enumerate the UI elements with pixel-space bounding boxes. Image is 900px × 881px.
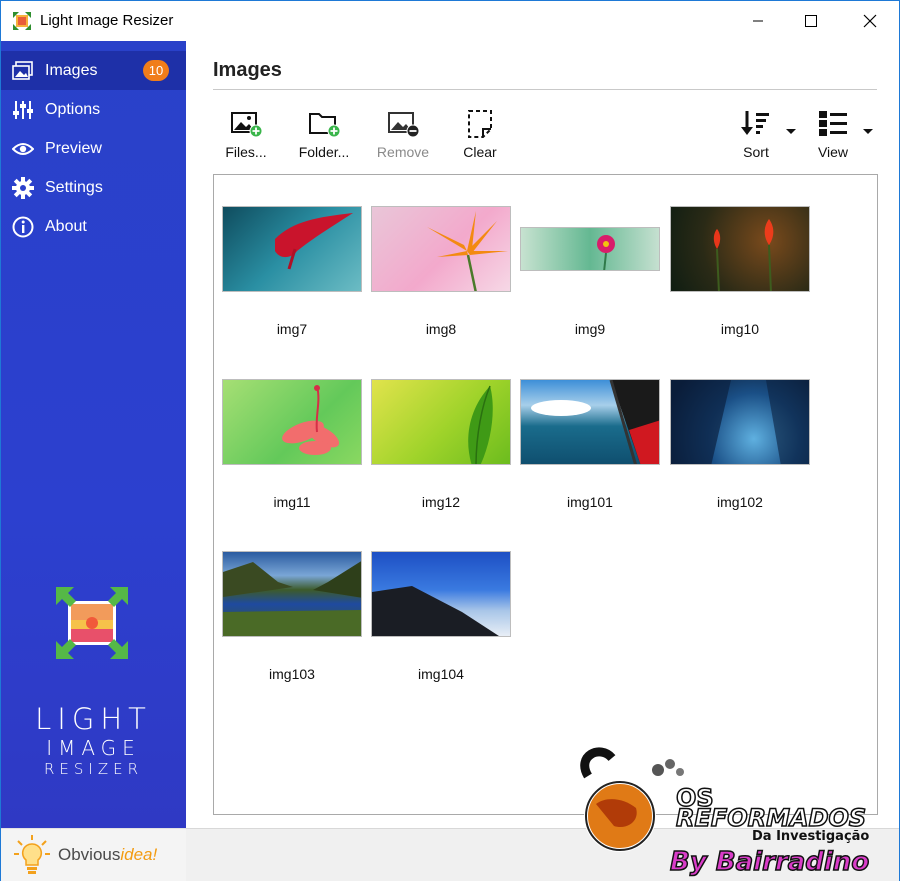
brand-text-resizer: RESIZER [43,760,144,778]
sidebar-item-images[interactable]: Images 10 [1,51,186,90]
window-title: Light Image Resizer [40,12,174,29]
view-list-icon [819,111,847,136]
vendor-footer[interactable]: Obviousidea! [1,828,186,881]
image-name: img11 [273,494,311,510]
vendor-logo-text: Obviousidea! [58,845,158,864]
lightbulb-icon [14,835,50,874]
folder-label: Folder... [298,144,350,160]
image-thumbnail[interactable] [222,206,362,292]
watermark-logo: OS REFORMADOS Da Investigação By Bairrad… [580,747,870,878]
sort-dropdown-caret-icon[interactable] [786,129,796,134]
image-thumbnail[interactable] [371,551,511,637]
remove-image-icon [388,112,420,138]
close-button[interactable] [842,1,898,41]
app-window: Light Image Resizer Images 10 Options Pr… [0,0,900,881]
image-thumbnail[interactable] [520,227,660,271]
image-thumbnail[interactable] [670,206,810,292]
add-image-icon [231,112,263,138]
brand-text-image: IMAGE [46,736,141,760]
add-files-button[interactable]: Files... [211,107,281,163]
sidebar-item-options[interactable]: Options [1,90,186,129]
sort-button[interactable]: Sort [721,107,791,163]
app-brand-logo [56,587,128,659]
image-grid[interactable]: img7 img8 img9 img10 img11 img12 img101 … [213,174,878,815]
remove-label: Remove [376,144,430,160]
image-name: img7 [276,321,308,337]
sidebar-item-label: Preview [45,139,102,157]
sidebar-item-preview[interactable]: Preview [1,129,186,168]
eye-icon [11,137,35,161]
sidebar-item-about[interactable]: About [1,207,186,246]
watermark-by-bairradino: By Bairradino [670,847,869,877]
clear-icon [468,110,492,138]
image-thumbnail[interactable] [670,379,810,465]
image-name: img104 [418,666,464,682]
sidebar-item-label: Options [45,100,101,118]
image-name: img12 [421,494,461,510]
gear-icon [11,176,35,200]
clear-button[interactable]: Clear [445,107,515,163]
add-folder-button[interactable]: Folder... [289,107,359,163]
image-name: img10 [720,321,760,337]
divider [213,89,877,90]
sort-icon [741,111,769,135]
files-label: Files... [225,144,267,160]
image-thumbnail[interactable] [222,379,362,465]
sliders-icon [11,98,35,122]
image-name: img102 [717,494,763,510]
image-thumbnail[interactable] [520,379,660,465]
title-bar: Light Image Resizer [1,1,899,41]
image-thumbnail[interactable] [371,206,511,292]
sidebar: Images 10 Options Preview Settings About… [1,41,186,828]
maximize-button[interactable] [783,1,839,41]
close-icon [863,14,877,28]
minimize-icon [753,20,763,22]
image-name: img8 [425,321,457,337]
image-name: img101 [567,494,613,510]
brand-text-light: LIGHT [35,702,152,736]
sidebar-item-label: About [45,217,87,235]
images-icon [11,59,35,83]
app-logo-icon [13,12,31,30]
view-dropdown-caret-icon[interactable] [863,129,873,134]
info-icon [11,215,35,239]
sidebar-item-label: Settings [45,178,103,196]
add-folder-icon [309,113,341,138]
sidebar-item-settings[interactable]: Settings [1,168,186,207]
sort-label: Sort [743,144,769,160]
sidebar-item-label: Images [45,61,98,79]
clear-label: Clear [463,144,497,160]
images-count-badge: 10 [143,60,169,81]
image-thumbnail[interactable] [222,551,362,637]
page-title: Images [213,59,282,81]
image-thumbnail[interactable] [371,379,511,465]
image-name: img9 [574,321,606,337]
watermark-reformados: REFORMADOS [676,804,866,832]
minimize-button[interactable] [730,1,786,41]
view-button[interactable]: View [798,107,868,163]
maximize-icon [805,15,817,27]
image-name: img103 [269,666,315,682]
remove-button[interactable]: Remove [368,107,438,163]
view-label: View [817,144,849,160]
watermark-da-investigacao: Da Investigação [752,829,869,844]
